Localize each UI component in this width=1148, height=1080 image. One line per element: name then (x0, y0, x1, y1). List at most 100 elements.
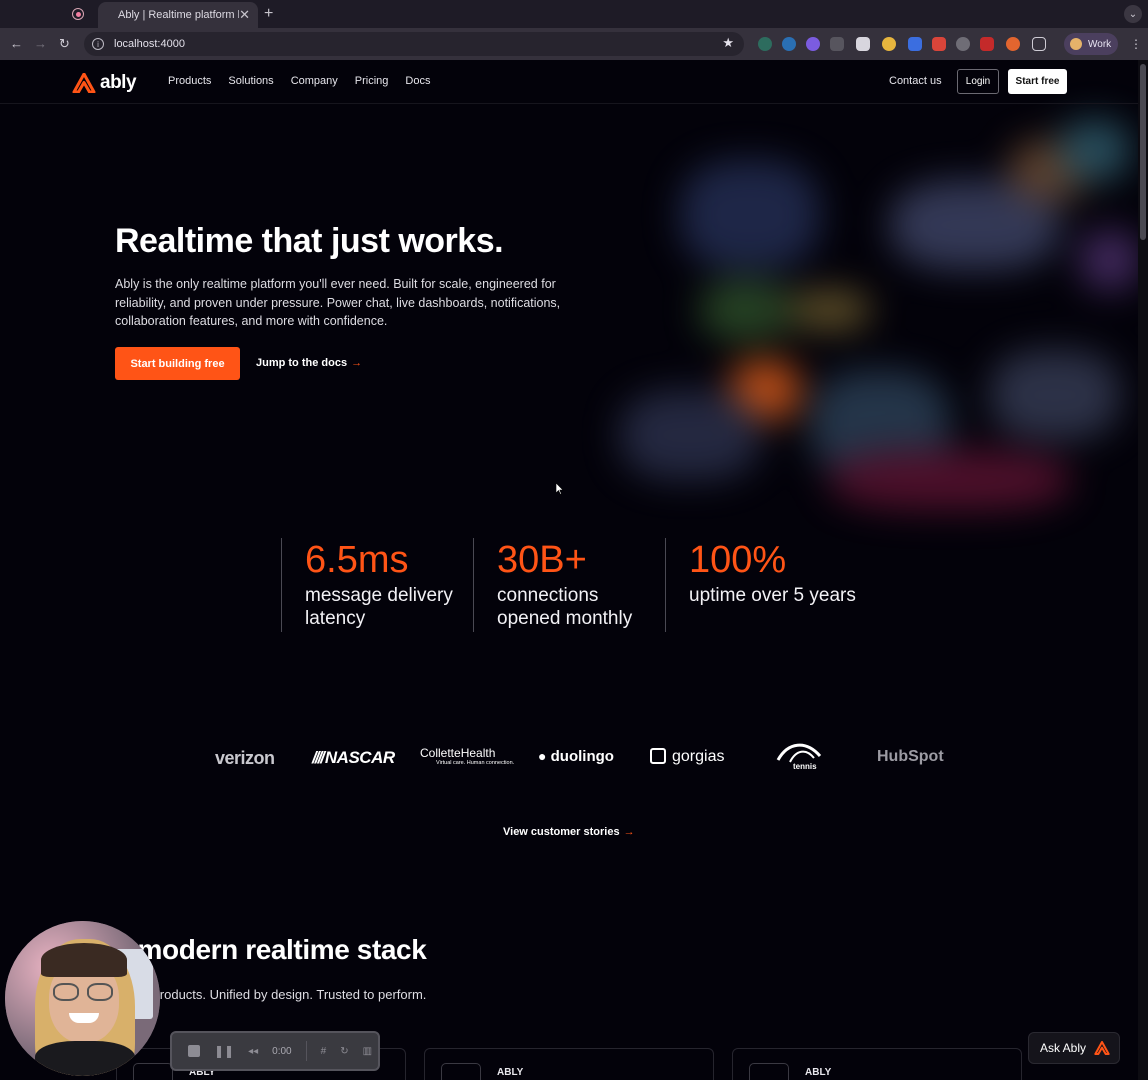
stat-value: 30B+ (497, 539, 587, 581)
customer-stories-label: View customer stories (503, 826, 620, 838)
product-card[interactable]: ABLY (732, 1048, 1022, 1080)
stat-label: message delivery latency (305, 585, 453, 629)
product-icon (441, 1063, 481, 1080)
page-scrollbar[interactable] (1138, 60, 1148, 1080)
grid-icon[interactable]: # (321, 1046, 327, 1057)
ably-logo[interactable]: ably (72, 72, 137, 94)
tennis-swoosh-icon (776, 743, 822, 763)
back-icon[interactable]: ← (10, 36, 23, 51)
duolingo-logo-text: duolingo (550, 748, 614, 765)
recording-tab-icon[interactable] (72, 8, 84, 20)
forward-icon[interactable]: → (34, 36, 47, 51)
gorgias-icon (650, 748, 666, 764)
product-icon (749, 1063, 789, 1080)
ably-logo-icon (72, 73, 96, 93)
logo-text: ably (100, 72, 137, 93)
extension-icon[interactable] (782, 37, 796, 51)
webpage: ably Products Solutions Company Pricing … (0, 60, 1138, 1080)
stat-item: 6.5ms message delivery latency (281, 538, 473, 632)
url-text: localhost:4000 (114, 38, 185, 50)
ably-logo-icon (1094, 1041, 1110, 1055)
close-tab-icon[interactable]: ✕ (239, 7, 250, 23)
arrow-right-icon: → (351, 357, 363, 369)
extension-icon[interactable] (830, 37, 844, 51)
extensions-puzzle-icon[interactable] (1032, 37, 1046, 51)
nav-company[interactable]: Company (291, 75, 338, 87)
nav-docs[interactable]: Docs (405, 75, 430, 87)
browser-menu-icon[interactable]: ⋮ (1130, 37, 1142, 51)
stack-section-subtitle: -class products. Unified by design. Trus… (115, 987, 427, 1002)
product-card-label: ABLY (497, 1067, 524, 1078)
stat-value: 100% (689, 539, 787, 581)
extension-icon[interactable] (806, 37, 820, 51)
tennis-logo: tennis (776, 742, 822, 774)
avatar (1070, 38, 1082, 50)
gorgias-logo-text: gorgias (672, 748, 725, 765)
main-nav: Products Solutions Company Pricing Docs (168, 75, 430, 87)
nav-solutions[interactable]: Solutions (228, 75, 273, 87)
customer-logos: verizon ////NASCAR ColletteHealth Virtual… (0, 740, 1138, 780)
arrow-right-icon: → (623, 826, 635, 838)
pause-icon[interactable]: ❚❚ (214, 1044, 234, 1058)
docs-link-label: Jump to the docs (256, 357, 348, 369)
trash-icon[interactable]: ▥ (363, 1046, 372, 1057)
product-card[interactable]: ABLY (424, 1048, 714, 1080)
stat-value: 6.5ms (305, 539, 409, 581)
stat-item: 30B+ connections opened monthly (473, 538, 665, 632)
nascar-logo: ////NASCAR (312, 748, 395, 767)
site-info-icon[interactable]: i (92, 38, 104, 50)
divider (305, 1041, 307, 1061)
hero-subtitle: Ably is the only realtime platform you'l… (115, 277, 561, 328)
extension-icon[interactable] (1006, 37, 1020, 51)
webcam-overlay (5, 921, 160, 1076)
extension-icon[interactable] (956, 37, 970, 51)
start-building-button[interactable]: Start building free (115, 347, 240, 380)
stat-label: connections opened monthly (497, 585, 633, 629)
nav-products[interactable]: Products (168, 75, 211, 87)
browser-toolbar: ← → ↻ i localhost:4000 ★ Work ⋮ (0, 28, 1148, 60)
login-button[interactable]: Login (957, 69, 999, 94)
ask-ably-label: Ask Ably (1040, 1041, 1087, 1055)
stat-item: 100% uptime over 5 years (665, 538, 857, 632)
collette-health-tagline: Virtual care. Human connection. (436, 760, 515, 766)
duolingo-owl-icon: ● (538, 748, 547, 764)
stack-section-title: e modern realtime stack (115, 934, 427, 965)
duolingo-logo: ● duolingo (538, 748, 614, 765)
contact-link[interactable]: Contact us (889, 75, 942, 87)
extension-icon[interactable] (882, 37, 896, 51)
mouse-cursor-icon (556, 483, 564, 495)
profile-button[interactable]: Work (1064, 33, 1118, 55)
browser-tab[interactable]: Ably | Realtime platform built ✕ (98, 2, 258, 28)
address-bar[interactable]: i localhost:4000 ★ (84, 32, 744, 56)
recording-timer: 0:00 (272, 1045, 292, 1057)
extension-icon[interactable] (908, 37, 922, 51)
reload-icon[interactable]: ↻ (59, 36, 70, 52)
extension-icon[interactable] (758, 37, 772, 51)
gorgias-logo: gorgias (650, 748, 724, 766)
recorder-controls: ❚❚ ◂◂ 0:00 # ↻ ▥ (170, 1031, 380, 1071)
customer-stories-link[interactable]: View customer stories → (503, 826, 635, 838)
ask-ably-button[interactable]: Ask Ably (1028, 1032, 1120, 1064)
extension-icon[interactable] (980, 37, 994, 51)
extension-icon[interactable] (932, 37, 946, 51)
tab-search-icon[interactable]: ⌄ (1124, 5, 1142, 23)
nav-pricing[interactable]: Pricing (355, 75, 389, 87)
hero-title: Realtime that just works. (115, 222, 504, 260)
verizon-logo: verizon (215, 748, 275, 768)
hero-background-image (590, 120, 1138, 520)
rewind-icon[interactable]: ◂◂ (248, 1046, 258, 1057)
nascar-logo-text: NASCAR (324, 748, 395, 767)
tennis-logo-text: tennis (793, 762, 817, 771)
site-header: ably Products Solutions Company Pricing … (0, 60, 1138, 104)
stop-icon[interactable] (188, 1045, 200, 1057)
stats-row: 6.5ms message delivery latency 30B+ conn… (281, 538, 857, 632)
collette-health-logo: ColletteHealth Virtual care. Human connec… (420, 746, 514, 766)
extension-icon[interactable] (856, 37, 870, 51)
restart-icon[interactable]: ↻ (340, 1046, 348, 1057)
scrollbar-thumb[interactable] (1140, 64, 1146, 240)
start-free-button[interactable]: Start free (1008, 69, 1067, 94)
docs-link[interactable]: Jump to the docs → (256, 357, 362, 369)
bookmark-star-icon[interactable]: ★ (722, 35, 734, 51)
tab-title: Ably | Realtime platform built (118, 9, 239, 21)
new-tab-icon[interactable]: + (264, 5, 273, 23)
